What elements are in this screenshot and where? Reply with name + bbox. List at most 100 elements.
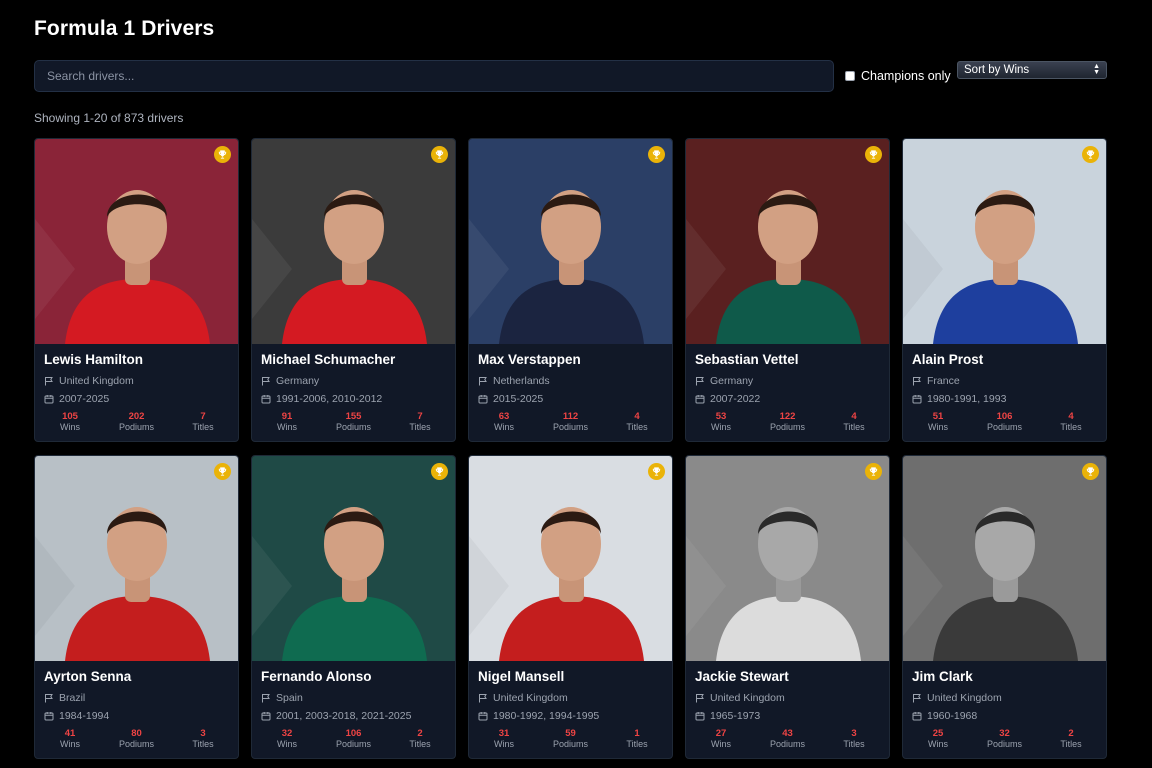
champion-trophy-icon (431, 463, 448, 480)
stat-titles-label: Titles (626, 422, 648, 432)
stat-podiums-label: Podiums (986, 422, 1022, 432)
results-count: Showing 1-20 of 873 drivers (34, 111, 184, 125)
driver-name: Michael Schumacher (261, 352, 396, 367)
stat-podiums-value: 112 (562, 411, 579, 422)
flag-icon (44, 693, 54, 703)
flag-icon (261, 376, 271, 386)
driver-years: 1980-1992, 1994-1995 (493, 709, 600, 722)
stat-podiums-value: 80 (131, 728, 142, 739)
driver-card[interactable]: Ayrton Senna Brazil 1984-1994 41 Wins 80 (34, 455, 239, 759)
stat-titles-value: 3 (200, 728, 206, 739)
stat-titles: 1 Titles (612, 728, 662, 750)
driver-years-row: 1980-1992, 1994-1995 (478, 708, 663, 723)
stat-podiums-label: Podiums (769, 422, 805, 432)
stat-titles-label: Titles (843, 422, 865, 432)
driver-card[interactable]: Alain Prost France 1980-1991, 1993 51 Wi… (902, 138, 1107, 442)
champions-only-filter[interactable]: Champions only (845, 68, 951, 84)
driver-photo (469, 456, 672, 661)
stat-wins-label: Wins (494, 422, 514, 432)
driver-years-row: 1980-1991, 1993 (912, 391, 1097, 406)
stat-podiums: 122 Podiums (763, 411, 813, 433)
driver-card[interactable]: Max Verstappen Netherlands 2015-2025 63 … (468, 138, 673, 442)
stat-podiums: 202 Podiums (112, 411, 162, 433)
stat-podiums: 112 Podiums (546, 411, 596, 433)
driver-portrait-icon (35, 139, 238, 344)
driver-photo (35, 456, 238, 661)
champion-trophy-icon (648, 463, 665, 480)
sort-select[interactable]: Sort by Wins ▲ ▼ (957, 61, 1107, 79)
stat-podiums: 32 Podiums (980, 728, 1030, 750)
stat-wins: 41 Wins (45, 728, 95, 750)
driver-photo (469, 139, 672, 344)
driver-card[interactable]: Fernando Alonso Spain 2001, 2003-2018, 2… (251, 455, 456, 759)
sort-select-value: Sort by Wins (964, 64, 1030, 76)
stat-podiums-value: 43 (782, 728, 793, 739)
driver-card[interactable]: Michael Schumacher Germany 1991-2006, 20… (251, 138, 456, 442)
driver-portrait-icon (686, 139, 889, 344)
driver-country-row: Spain (261, 690, 446, 705)
driver-info: Jim Clark United Kingdom 1960-1968 (903, 661, 1106, 723)
driver-name: Jackie Stewart (695, 669, 789, 684)
stat-wins-label: Wins (711, 422, 731, 432)
stat-wins-label: Wins (711, 739, 731, 749)
driver-portrait-icon (903, 139, 1106, 344)
driver-country-row: France (912, 373, 1097, 388)
driver-country-row: Germany (695, 373, 880, 388)
stat-podiums-label: Podiums (986, 739, 1022, 749)
stat-podiums-value: 122 (779, 411, 796, 422)
champions-only-checkbox[interactable] (845, 71, 855, 81)
driver-stats: 41 Wins 80 Podiums 3 Titles (35, 728, 238, 750)
driver-card[interactable]: Nigel Mansell United Kingdom 1980-1992, … (468, 455, 673, 759)
flag-icon (261, 693, 271, 703)
stat-wins-value: 25 (932, 728, 944, 739)
page: Formula 1 Drivers Champions only Sort by… (0, 0, 1152, 768)
stat-titles: 3 Titles (829, 728, 879, 750)
champion-trophy-icon (1082, 146, 1099, 163)
search-input[interactable] (34, 60, 834, 92)
flag-icon (695, 376, 705, 386)
driver-stats: 25 Wins 32 Podiums 2 Titles (903, 728, 1106, 750)
stat-titles-value: 4 (851, 411, 857, 422)
stat-wins-value: 105 (62, 411, 78, 422)
stat-wins: 53 Wins (696, 411, 746, 433)
driver-card[interactable]: Sebastian Vettel Germany 2007-2022 53 Wi… (685, 138, 890, 442)
driver-years-row: 2007-2022 (695, 391, 880, 406)
driver-info: Nigel Mansell United Kingdom 1980-1992, … (469, 661, 672, 723)
stat-wins-value: 41 (64, 728, 76, 739)
champion-trophy-icon (431, 146, 448, 163)
driver-card[interactable]: Jackie Stewart United Kingdom 1965-1973 … (685, 455, 890, 759)
champion-trophy-icon (214, 463, 231, 480)
driver-card[interactable]: Lewis Hamilton United Kingdom 2007-2025 … (34, 138, 239, 442)
stat-wins-value: 51 (932, 411, 944, 422)
stat-wins-label: Wins (277, 422, 297, 432)
stat-titles-label: Titles (1060, 422, 1082, 432)
stat-wins-label: Wins (928, 422, 948, 432)
stat-titles-value: 1 (634, 728, 640, 739)
calendar-icon (261, 394, 271, 404)
driver-years: 1991-2006, 2010-2012 (276, 392, 383, 405)
stat-podiums-label: Podiums (335, 422, 371, 432)
driver-stats: 53 Wins 122 Podiums 4 Titles (686, 411, 889, 433)
stat-titles-label: Titles (626, 739, 648, 749)
stat-podiums: 43 Podiums (763, 728, 813, 750)
driver-photo (903, 139, 1106, 344)
driver-country-row: United Kingdom (912, 690, 1097, 705)
driver-years: 2001, 2003-2018, 2021-2025 (276, 709, 412, 722)
stat-titles-label: Titles (409, 739, 431, 749)
stat-wins-label: Wins (928, 739, 948, 749)
driver-name: Lewis Hamilton (44, 352, 144, 367)
driver-info: Jackie Stewart United Kingdom 1965-1973 (686, 661, 889, 723)
drivers-grid: Lewis Hamilton United Kingdom 2007-2025 … (34, 138, 1107, 759)
stat-podiums-label: Podiums (118, 422, 154, 432)
driver-stats: 63 Wins 112 Podiums 4 Titles (469, 411, 672, 433)
driver-stats: 31 Wins 59 Podiums 1 Titles (469, 728, 672, 750)
stat-podiums-value: 106 (996, 411, 1013, 422)
driver-country: France (927, 374, 960, 387)
driver-name: Nigel Mansell (478, 669, 565, 684)
driver-name: Sebastian Vettel (695, 352, 799, 367)
stat-titles-value: 3 (851, 728, 857, 739)
champion-trophy-icon (214, 146, 231, 163)
driver-name: Alain Prost (912, 352, 984, 367)
page-title: Formula 1 Drivers (34, 17, 215, 40)
driver-card[interactable]: Jim Clark United Kingdom 1960-1968 25 Wi… (902, 455, 1107, 759)
